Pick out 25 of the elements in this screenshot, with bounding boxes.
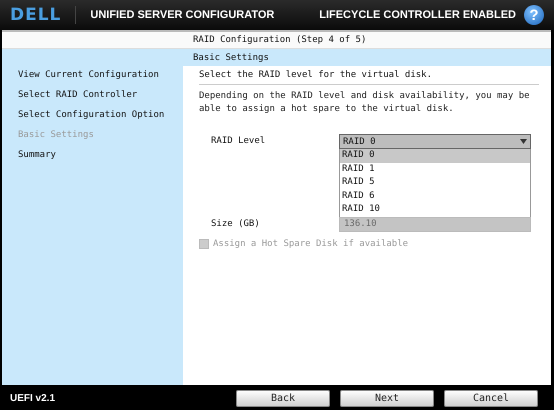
page-subtitle: Basic Settings: [193, 52, 269, 62]
dropdown-option[interactable]: RAID 5: [340, 176, 530, 190]
field-label: RAID Level: [211, 135, 266, 148]
page-title: RAID Configuration (Step 4 of 5): [193, 35, 366, 45]
app-title: UNIFIED SERVER CONFIGURATOR: [90, 9, 276, 21]
dropdown-option[interactable]: RAID 1: [340, 162, 530, 176]
footer-button[interactable]: Back: [236, 390, 330, 406]
dropdown-option[interactable]: RAID 0: [340, 149, 530, 163]
instruction-text: Select the RAID level for the virtual disk.: [199, 70, 432, 80]
sidebar-item[interactable]: Select RAID Controller: [18, 90, 183, 100]
dell-logo: DELL: [10, 5, 62, 25]
dropdown-option[interactable]: RAID 6: [340, 190, 530, 204]
raid-level-dropdown[interactable]: RAID 0: [339, 134, 531, 149]
sidebar-item[interactable]: Select Configuration Option: [18, 110, 183, 120]
footer-button[interactable]: Next: [340, 390, 434, 406]
version-text: UEFI v2.1: [10, 392, 56, 404]
description-text: Depending on the RAID level and disk availability, you may be able to assign a hot spare to the virtual disk.: [199, 84, 539, 120]
sidebar-item[interactable]: View Current Configuration: [18, 70, 183, 80]
footer-button[interactable]: Cancel: [444, 390, 538, 406]
caret-icon: [520, 139, 527, 144]
checkbox-label: Assign a Hot Spare Disk if available: [213, 238, 408, 249]
field-label: Size (GB): [211, 218, 261, 231]
dropdown-option[interactable]: RAID 10: [340, 203, 530, 217]
sidebar-item[interactable]: Summary: [18, 150, 183, 160]
status-text: LIFECYCLE CONTROLLER ENABLED: [319, 9, 516, 21]
